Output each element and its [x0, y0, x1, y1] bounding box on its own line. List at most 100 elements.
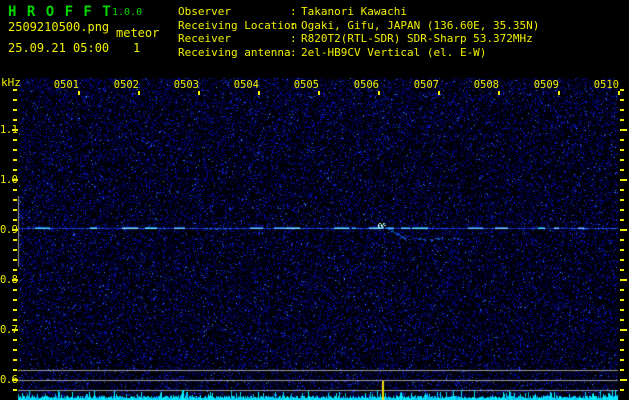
- station-row-value: Ogaki, Gifu, JAPAN (136.60E, 35.35N): [301, 18, 540, 32]
- freq-minor-tick: [13, 259, 17, 261]
- freq-minor-tick-right: [620, 309, 624, 311]
- mode-label: meteor: [116, 26, 160, 40]
- freq-minor-tick-right: [620, 219, 624, 221]
- station-row-label: Receiving antenna: [178, 45, 291, 59]
- freq-minor-tick-right: [620, 109, 624, 111]
- freq-minor-tick: [13, 199, 17, 201]
- time-tick: [498, 91, 500, 95]
- time-tick-label: 0506: [353, 79, 379, 91]
- freq-minor-tick-right: [620, 249, 624, 251]
- freq-major-tick-right: [620, 379, 627, 381]
- freq-major-tick-right: [620, 229, 627, 231]
- time-tick-label: 0505: [293, 79, 319, 91]
- spectrogram-canvas: [0, 0, 629, 400]
- freq-minor-tick: [13, 389, 17, 391]
- time-tick: [618, 91, 620, 95]
- freq-major-tick: [12, 379, 18, 381]
- time-tick-label: 0501: [53, 79, 79, 91]
- time-tick-label: 0509: [533, 79, 559, 91]
- time-tick: [378, 91, 380, 95]
- freq-major-tick-right: [620, 179, 627, 181]
- freq-major-tick-right: [620, 329, 627, 331]
- time-tick-label: 0510: [593, 79, 619, 91]
- time-tick: [318, 91, 320, 95]
- station-info: Observer: Takanori Kawachi Receiving Loca…: [178, 5, 539, 59]
- freq-minor-tick: [13, 139, 17, 141]
- freq-minor-tick: [13, 289, 17, 291]
- station-row-separator: :: [290, 18, 297, 32]
- station-info-row: Observer: Takanori Kawachi: [178, 5, 539, 19]
- capture-datetime: 25.09.21 05:00: [8, 41, 110, 55]
- time-tick: [78, 91, 80, 95]
- freq-major-tick-right: [620, 279, 627, 281]
- freq-minor-tick-right: [620, 269, 624, 271]
- time-tick-label: 0502: [113, 79, 139, 91]
- station-row-value: Takanori Kawachi: [301, 5, 407, 18]
- freq-minor-tick: [13, 309, 17, 311]
- freq-minor-tick: [13, 169, 17, 171]
- freq-minor-tick: [13, 89, 17, 91]
- freq-minor-tick: [13, 319, 17, 321]
- freq-minor-tick: [13, 239, 17, 241]
- time-tick: [558, 91, 560, 95]
- station-info-row: Receiving Location: Ogaki, Gifu, JAPAN (1…: [178, 19, 539, 33]
- freq-minor-tick: [13, 349, 17, 351]
- freq-minor-tick: [13, 269, 17, 271]
- freq-minor-tick-right: [620, 169, 624, 171]
- time-tick-label: 0507: [413, 79, 439, 91]
- station-row-value: 2el-HB9CV Vertical (el. E-W): [301, 45, 487, 59]
- freq-minor-tick-right: [620, 259, 624, 261]
- hrofft-screen: H R O F F T 1.0.0 2509210500.png meteor …: [0, 0, 629, 400]
- freq-minor-tick: [13, 339, 17, 341]
- freq-minor-tick-right: [620, 89, 624, 91]
- capture-filename: 2509210500.png: [8, 20, 110, 34]
- time-tick-label: 0503: [173, 79, 199, 91]
- freq-minor-tick-right: [620, 199, 624, 201]
- time-tick-label: 0504: [233, 79, 259, 91]
- freq-minor-tick: [13, 159, 17, 161]
- freq-minor-tick: [13, 249, 17, 251]
- freq-minor-tick-right: [620, 299, 624, 301]
- meteor-count-badge: 1: [133, 41, 141, 55]
- freq-major-tick-right: [620, 129, 627, 131]
- freq-major-tick: [12, 179, 18, 181]
- app-title: H R O F F T: [8, 4, 112, 20]
- freq-minor-tick: [13, 219, 17, 221]
- time-tick: [258, 91, 260, 95]
- freq-minor-tick-right: [620, 159, 624, 161]
- freq-minor-tick-right: [620, 139, 624, 141]
- freq-minor-tick-right: [620, 349, 624, 351]
- station-info-row: Receiver: R820T2(RTL-SDR) SDR-Sharp 53.37…: [178, 32, 539, 46]
- freq-major-tick: [12, 329, 18, 331]
- time-tick: [198, 91, 200, 95]
- freq-minor-tick: [13, 149, 17, 151]
- freq-minor-tick: [13, 119, 17, 121]
- freq-minor-tick-right: [620, 389, 624, 391]
- freq-minor-tick: [13, 299, 17, 301]
- freq-minor-tick: [13, 209, 17, 211]
- time-tick: [438, 91, 440, 95]
- freq-minor-tick-right: [620, 359, 624, 361]
- freq-axis-unit-label: kHz: [1, 76, 21, 89]
- app-version: 1.0.0: [112, 7, 143, 18]
- freq-minor-tick-right: [620, 319, 624, 321]
- freq-minor-tick-right: [620, 209, 624, 211]
- freq-minor-tick-right: [620, 289, 624, 291]
- station-row-separator: :: [290, 32, 297, 45]
- station-row-separator: :: [290, 45, 297, 59]
- freq-minor-tick-right: [620, 119, 624, 121]
- freq-minor-tick-right: [620, 99, 624, 101]
- freq-minor-tick-right: [620, 189, 624, 191]
- time-tick: [138, 91, 140, 95]
- station-row-label: Observer: [178, 5, 231, 18]
- station-row-separator: :: [290, 5, 297, 18]
- freq-major-tick: [12, 279, 18, 281]
- freq-minor-tick-right: [620, 369, 624, 371]
- freq-minor-tick: [13, 99, 17, 101]
- station-row-label: Receiver: [178, 32, 231, 45]
- station-row-label: Receiving Location: [178, 18, 298, 32]
- freq-minor-tick: [13, 359, 17, 361]
- freq-minor-tick: [13, 369, 17, 371]
- freq-minor-tick: [13, 189, 17, 191]
- freq-minor-tick-right: [620, 339, 624, 341]
